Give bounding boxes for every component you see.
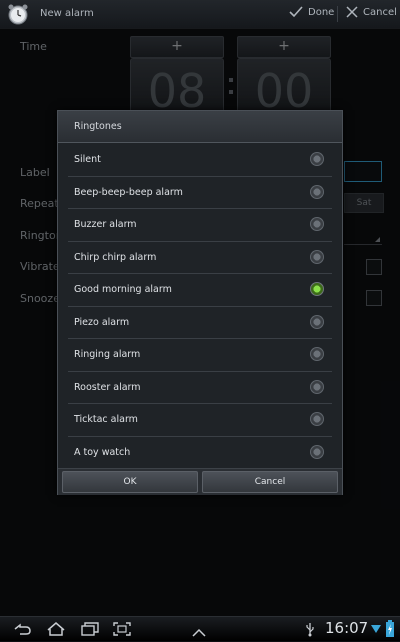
- chevron-up-icon[interactable]: [191, 623, 207, 642]
- cancel-label: Cancel: [363, 6, 397, 18]
- ringtone-item[interactable]: Chirp chirp alarm: [58, 242, 342, 274]
- cancel-action-button[interactable]: Cancel: [346, 6, 397, 18]
- radio-unselected-icon[interactable]: [310, 152, 324, 166]
- ringtone-item-label: Silent: [74, 154, 101, 165]
- ringtone-item-label: Ticktac alarm: [74, 414, 138, 425]
- ringtone-item[interactable]: Good morning alarm: [58, 274, 342, 307]
- ringtone-item[interactable]: Ringing alarm: [58, 339, 342, 372]
- ringtone-item-label: Good morning alarm: [74, 284, 172, 295]
- recent-apps-icon[interactable]: [80, 621, 100, 641]
- ringtone-item-label: Chirp chirp alarm: [74, 251, 157, 263]
- system-bar: 16:07: [0, 616, 400, 641]
- ringtone-item-label: Rooster alarm: [74, 381, 141, 393]
- ringtone-item-label: Beep-beep-beep alarm: [74, 186, 183, 198]
- usb-icon: [305, 621, 315, 641]
- close-icon: [346, 6, 358, 18]
- ringtone-item[interactable]: Buzzer alarm: [58, 209, 342, 242]
- ringtone-item[interactable]: Piezo alarm: [58, 307, 342, 339]
- ringtone-item-label: Buzzer alarm: [74, 219, 137, 230]
- ringtone-item[interactable]: Beep-beep-beep alarm: [58, 177, 342, 209]
- done-label: Done: [308, 6, 335, 18]
- radio-unselected-icon[interactable]: [310, 184, 324, 199]
- alarm-clock-icon: [6, 2, 30, 26]
- ringtone-item[interactable]: A toy watch: [58, 437, 342, 470]
- ringtone-list: Silent Beep-beep-beep alarm Buzzer alarm Ch…: [58, 144, 342, 469]
- radio-unselected-icon[interactable]: [310, 314, 324, 329]
- divider: [337, 6, 338, 22]
- done-button[interactable]: Done: [289, 6, 334, 18]
- action-bar: New alarm Done Cancel: [0, 0, 400, 29]
- dialog-title: Ringtones: [58, 111, 342, 143]
- radio-unselected-icon[interactable]: [310, 444, 324, 459]
- radio-unselected-icon[interactable]: [310, 217, 324, 231]
- radio-unselected-icon[interactable]: [310, 347, 324, 361]
- ringtone-item[interactable]: Ticktac alarm: [58, 404, 342, 437]
- battery-icon: [385, 620, 395, 642]
- back-icon[interactable]: [12, 621, 32, 641]
- ringtone-item[interactable]: Rooster alarm: [58, 372, 342, 404]
- wifi-icon: [370, 621, 382, 641]
- ringtone-item-label: Ringing alarm: [74, 349, 141, 360]
- radio-unselected-icon[interactable]: [310, 249, 324, 264]
- clock: 16:07: [325, 619, 369, 637]
- radio-unselected-icon[interactable]: [310, 379, 324, 394]
- screen-title: New alarm: [40, 8, 94, 19]
- home-icon[interactable]: [46, 621, 66, 641]
- ringtone-item[interactable]: Silent: [58, 144, 342, 177]
- dialog-button-bar: OK Cancel: [58, 468, 342, 495]
- radio-unselected-icon[interactable]: [310, 412, 324, 426]
- ringtones-dialog: Ringtones Silent Beep-beep-beep alarm Buzz…: [57, 110, 343, 495]
- radio-selected-icon[interactable]: [310, 282, 324, 296]
- screenshot-icon[interactable]: [112, 621, 132, 641]
- ok-button[interactable]: OK: [62, 471, 198, 493]
- ringtone-item-label: Piezo alarm: [74, 316, 130, 328]
- checkmark-icon: [289, 6, 303, 18]
- ringtone-item-label: A toy watch: [74, 446, 131, 458]
- dialog-cancel-button[interactable]: Cancel: [202, 471, 338, 493]
